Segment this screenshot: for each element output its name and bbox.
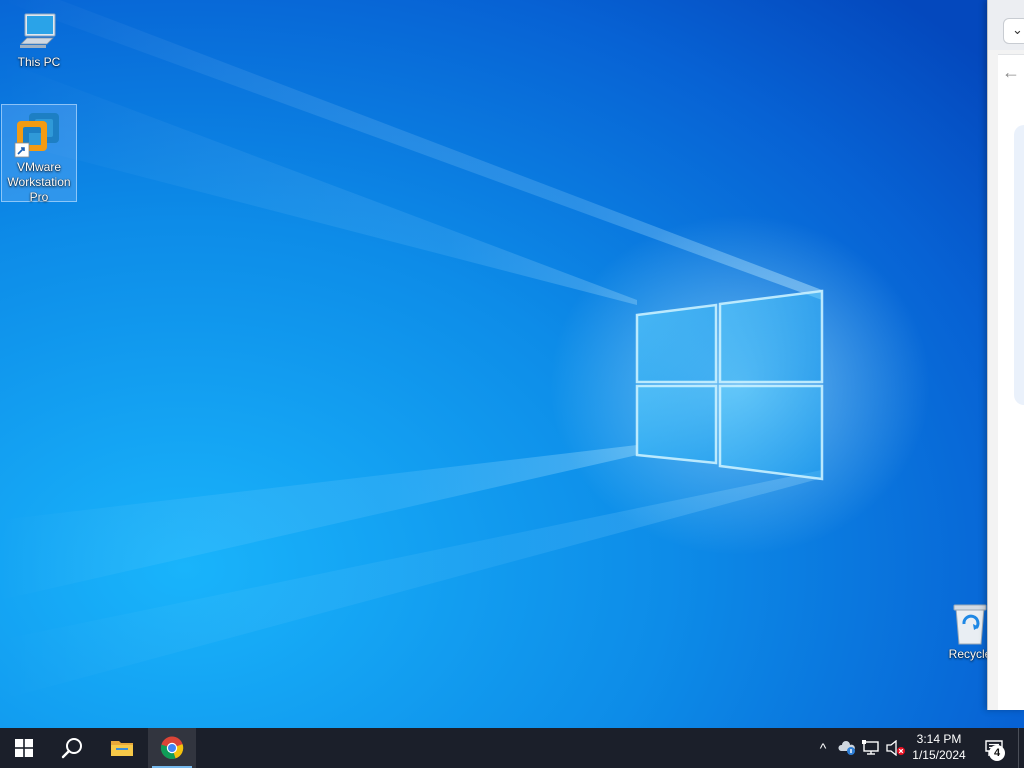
browser-window-partial[interactable]: ⌄ ← xyxy=(987,0,1024,710)
start-button[interactable] xyxy=(0,728,48,768)
desktop-wallpaper xyxy=(0,0,1024,728)
chevron-down-icon: ⌄ xyxy=(1012,22,1023,37)
search-button[interactable] xyxy=(48,728,96,768)
vmware-label-line1: VMware xyxy=(16,160,61,174)
desktop-icon-this-pc[interactable]: This PC xyxy=(1,8,77,74)
show-desktop-button[interactable] xyxy=(1018,728,1024,768)
network-icon xyxy=(862,740,879,755)
search-icon xyxy=(61,738,82,759)
clock[interactable]: 3:14 PM 1/15/2024 xyxy=(906,731,972,767)
chrome-taskbar-button[interactable] xyxy=(148,728,196,768)
file-explorer-button[interactable] xyxy=(98,728,146,768)
clock-date: 1/15/2024 xyxy=(912,748,966,762)
windows-logo-wallpaper xyxy=(635,289,824,481)
folder-icon xyxy=(111,741,133,756)
vmware-workstation-icon xyxy=(14,113,59,158)
tab-search-dropdown-button[interactable]: ⌄ xyxy=(1003,18,1024,44)
content-card xyxy=(1014,125,1024,405)
back-arrow-icon[interactable]: ← xyxy=(1002,62,1020,83)
recycle-bin-icon xyxy=(953,604,987,645)
clock-time: 3:14 PM xyxy=(916,732,962,746)
windows-logo-icon xyxy=(15,739,33,757)
notification-count-badge: 4 xyxy=(989,745,1005,761)
volume-muted-icon xyxy=(886,740,905,756)
desktop: This PC VMware Workstation Pro Recycle ⌄ xyxy=(0,0,1024,768)
chrome-icon xyxy=(160,736,184,759)
vmware-label-line3: Pro xyxy=(29,190,49,204)
onedrive-tray-button[interactable] xyxy=(836,728,858,768)
show-hidden-icons-button[interactable]: ^ xyxy=(812,728,834,768)
network-tray-button[interactable] xyxy=(859,728,883,768)
this-pc-label: This PC xyxy=(17,55,61,69)
volume-tray-button[interactable] xyxy=(884,728,908,768)
taskbar: ^ 3:14 PM 1/15/2024 xyxy=(0,728,1024,768)
desktop-icon-vmware-workstation-pro[interactable]: VMware Workstation Pro xyxy=(1,104,77,204)
this-pc-icon xyxy=(20,13,56,48)
vmware-label-line2: Workstation xyxy=(7,175,71,189)
chevron-up-icon: ^ xyxy=(819,740,827,756)
onedrive-icon xyxy=(838,741,855,755)
